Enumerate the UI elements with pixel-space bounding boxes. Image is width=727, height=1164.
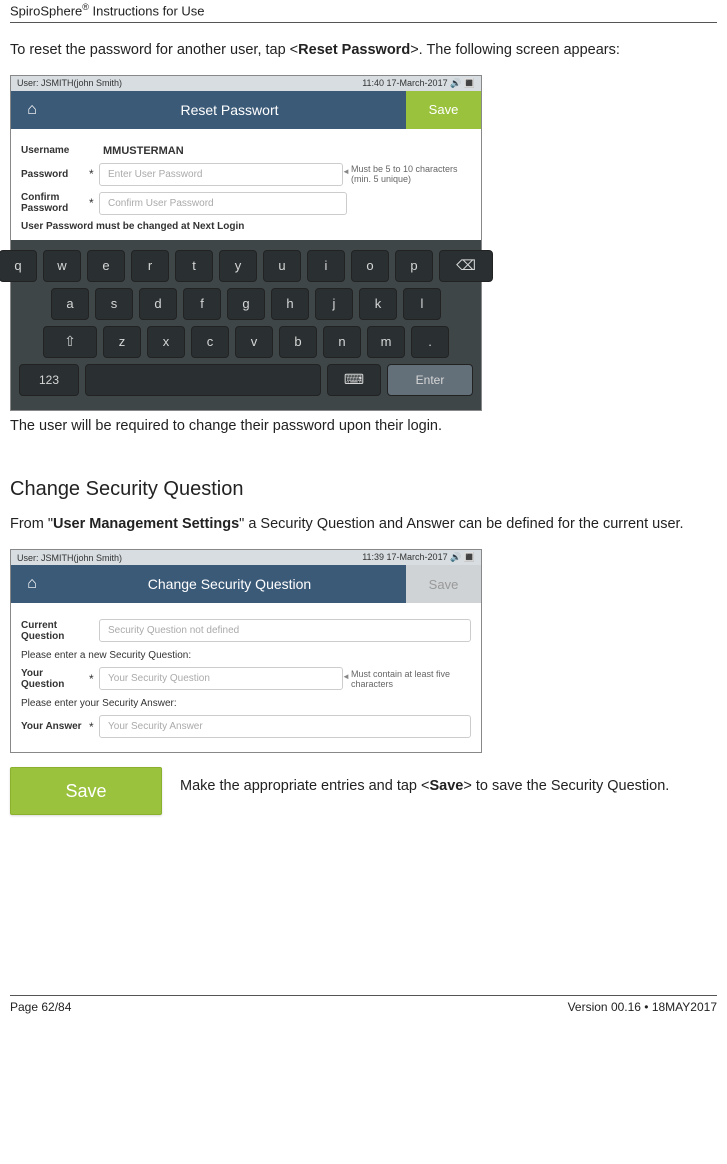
key-j[interactable]: j [315, 288, 353, 320]
your-answer-input[interactable]: Your Security Answer [99, 715, 471, 738]
save-button[interactable]: Save [406, 91, 481, 129]
para-user-mgmt: From "User Management Settings" a Securi… [10, 515, 717, 535]
key-m[interactable]: m [367, 326, 405, 358]
password-change-note: User Password must be changed at Next Lo… [21, 221, 471, 232]
required-asterisk: * [89, 196, 99, 210]
save-ref: Save [429, 778, 463, 794]
reg-mark: ® [82, 2, 89, 12]
required-asterisk: * [89, 720, 99, 734]
current-question-label: Current Question [21, 620, 89, 642]
screen-title: Reset Passwort [53, 91, 406, 129]
text: To reset the password for another user, … [10, 42, 298, 58]
home-icon[interactable]: ⌂ [11, 91, 53, 129]
app-top-bar: ⌂ Change Security Question Save [11, 565, 481, 603]
username-label: Username [21, 145, 89, 156]
key-space[interactable] [85, 364, 321, 396]
text: >. The following screen appears: [410, 42, 620, 58]
intro-para: To reset the password for another user, … [10, 41, 717, 61]
key-v[interactable]: v [235, 326, 273, 358]
status-bar: User: JSMITH(john Smith) 11:40 17-March-… [11, 76, 481, 91]
key-n[interactable]: n [323, 326, 361, 358]
key-y[interactable]: y [219, 250, 257, 282]
status-time: 11:39 17-March-2017 🔊 🔳 [362, 552, 475, 563]
your-question-input[interactable]: Your Security Question [99, 667, 343, 690]
key-p[interactable]: p [395, 250, 433, 282]
section-label: Please enter a new Security Question: [21, 650, 471, 661]
save-instruction-text: Make the appropriate entries and tap <Sa… [180, 777, 717, 797]
status-user: User: JSMITH(john Smith) [17, 553, 122, 563]
save-button-disabled[interactable]: Save [406, 565, 481, 603]
product-name: SpiroSphere [10, 3, 82, 18]
key-g[interactable]: g [227, 288, 265, 320]
password-input[interactable]: Enter User Password [99, 163, 343, 186]
header-suffix: Instructions for Use [89, 3, 205, 18]
user-mgmt-ref: User Management Settings [53, 516, 239, 532]
username-value: MMUSTERMAN [99, 145, 184, 157]
password-hint: Must be 5 to 10 characters (min. 5 uniqu… [351, 164, 471, 184]
key-i[interactable]: i [307, 250, 345, 282]
key-c[interactable]: c [191, 326, 229, 358]
section-label: Please enter your Security Answer: [21, 698, 471, 709]
security-question-screenshot: User: JSMITH(john Smith) 11:39 17-March-… [10, 549, 482, 753]
key-shift[interactable]: ⇧ [43, 326, 97, 358]
save-button-large[interactable]: Save [10, 767, 162, 815]
doc-footer: Page 62/84 Version 00.16 • 18MAY2017 [10, 995, 717, 1014]
para-login-note: The user will be required to change thei… [10, 417, 717, 437]
status-time: 11:40 17-March-2017 🔊 🔳 [362, 78, 475, 89]
password-label: Password [21, 169, 89, 180]
key-keyboard-icon[interactable]: ⌨ [327, 364, 381, 396]
key-l[interactable]: l [403, 288, 441, 320]
text: From " [10, 516, 53, 532]
app-top-bar: ⌂ Reset Passwort Save [11, 91, 481, 129]
section-heading: Change Security Question [10, 478, 717, 501]
your-question-label: Your Question [21, 668, 89, 690]
key-123[interactable]: 123 [19, 364, 79, 396]
key-o[interactable]: o [351, 250, 389, 282]
current-question-field: Security Question not defined [99, 619, 471, 642]
key-u[interactable]: u [263, 250, 301, 282]
required-asterisk: * [89, 167, 99, 181]
key-enter[interactable]: Enter [387, 364, 473, 396]
status-user: User: JSMITH(john Smith) [17, 78, 122, 88]
key-k[interactable]: k [359, 288, 397, 320]
question-hint: Must contain at least five characters [351, 669, 471, 689]
key-e[interactable]: e [87, 250, 125, 282]
your-answer-label: Your Answer [21, 721, 89, 732]
page-number: Page 62/84 [10, 1000, 71, 1014]
text: > to save the Security Question. [463, 778, 669, 794]
key-dot[interactable]: . [411, 326, 449, 358]
required-asterisk: * [89, 672, 99, 686]
reset-password-ref: Reset Password [298, 42, 410, 58]
status-bar: User: JSMITH(john Smith) 11:39 17-March-… [11, 550, 481, 565]
home-icon[interactable]: ⌂ [11, 565, 53, 603]
key-backspace[interactable]: ⌫ [439, 250, 493, 282]
key-z[interactable]: z [103, 326, 141, 358]
text: " a Security Question and Answer can be … [239, 516, 683, 532]
key-a[interactable]: a [51, 288, 89, 320]
key-b[interactable]: b [279, 326, 317, 358]
key-r[interactable]: r [131, 250, 169, 282]
confirm-password-label: Confirm Password [21, 192, 89, 214]
key-w[interactable]: w [43, 250, 81, 282]
key-h[interactable]: h [271, 288, 309, 320]
screen-title: Change Security Question [53, 565, 406, 603]
on-screen-keyboard: q w e r t y u i o p ⌫ a s d f g h j k [11, 240, 481, 410]
key-t[interactable]: t [175, 250, 213, 282]
reset-password-screenshot: User: JSMITH(john Smith) 11:40 17-March-… [10, 75, 482, 411]
confirm-password-input[interactable]: Confirm User Password [99, 192, 347, 215]
doc-header: SpiroSphere® Instructions for Use [10, 2, 717, 23]
save-instruction-row: Save Make the appropriate entries and ta… [10, 767, 717, 815]
version-info: Version 00.16 • 18MAY2017 [568, 1000, 717, 1014]
key-s[interactable]: s [95, 288, 133, 320]
key-f[interactable]: f [183, 288, 221, 320]
key-q[interactable]: q [0, 250, 37, 282]
key-x[interactable]: x [147, 326, 185, 358]
key-d[interactable]: d [139, 288, 177, 320]
text: Make the appropriate entries and tap < [180, 778, 429, 794]
